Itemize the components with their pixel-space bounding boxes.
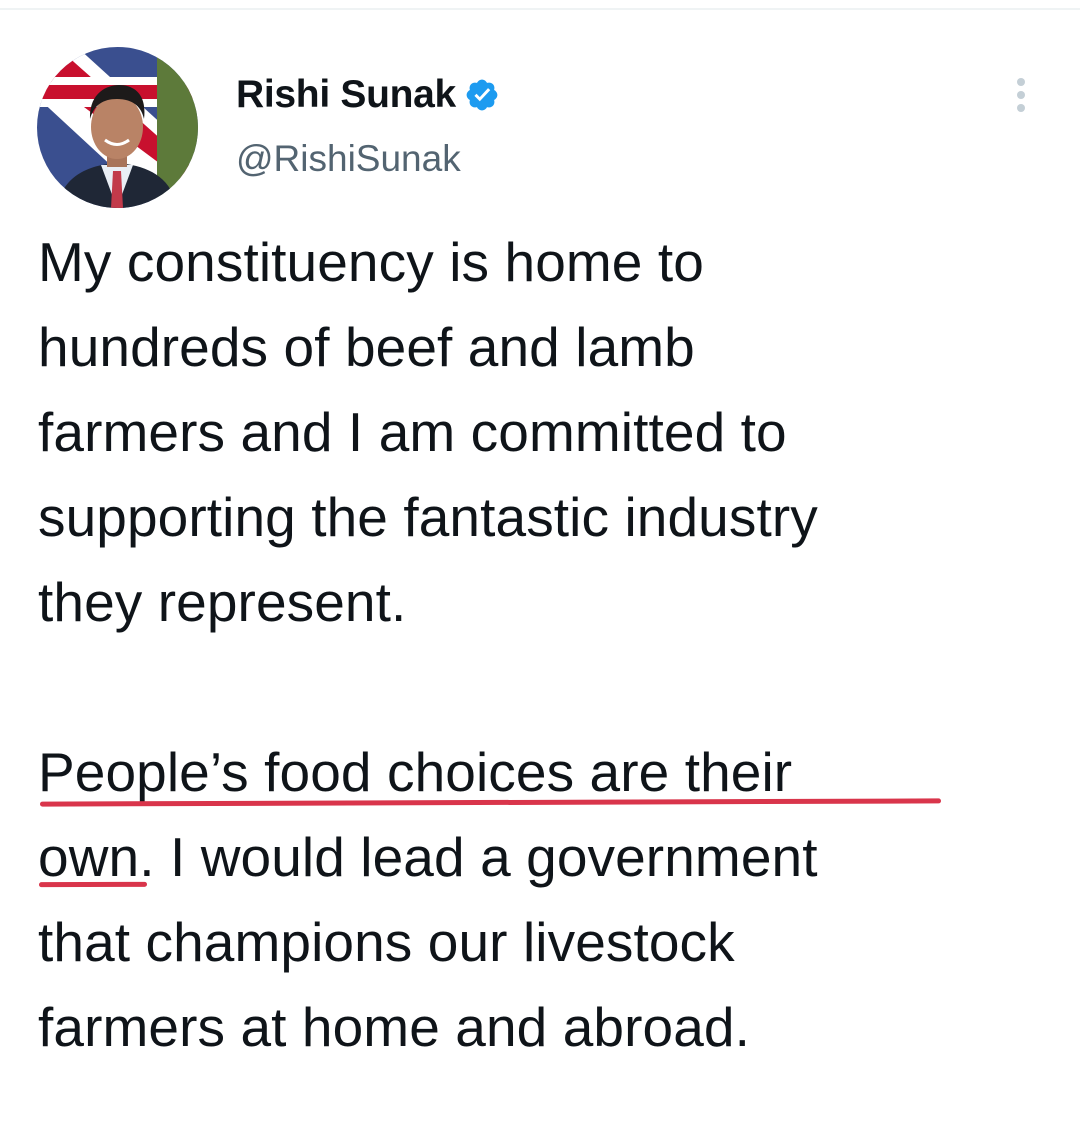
more-options-button[interactable] xyxy=(1004,72,1038,118)
more-vertical-icon xyxy=(1017,104,1025,112)
red-underline-annotation xyxy=(38,881,148,888)
tweet-paragraph: My constituency is home to hundreds of b… xyxy=(38,231,818,633)
tweet-text: My constituency is home to hundreds of b… xyxy=(38,220,1058,1070)
author-name[interactable]: Rishi Sunak xyxy=(236,72,500,118)
top-divider xyxy=(0,8,1080,10)
author-handle[interactable]: @RishiSunak xyxy=(236,138,461,180)
verified-badge-icon xyxy=(464,77,500,113)
author-display-name: Rishi Sunak xyxy=(236,73,456,116)
avatar-image xyxy=(37,47,198,208)
avatar[interactable] xyxy=(37,47,198,208)
more-vertical-icon xyxy=(1017,78,1025,86)
more-vertical-icon xyxy=(1017,91,1025,99)
tweet-paragraph: People’s food choices are their own. I w… xyxy=(38,741,818,1058)
